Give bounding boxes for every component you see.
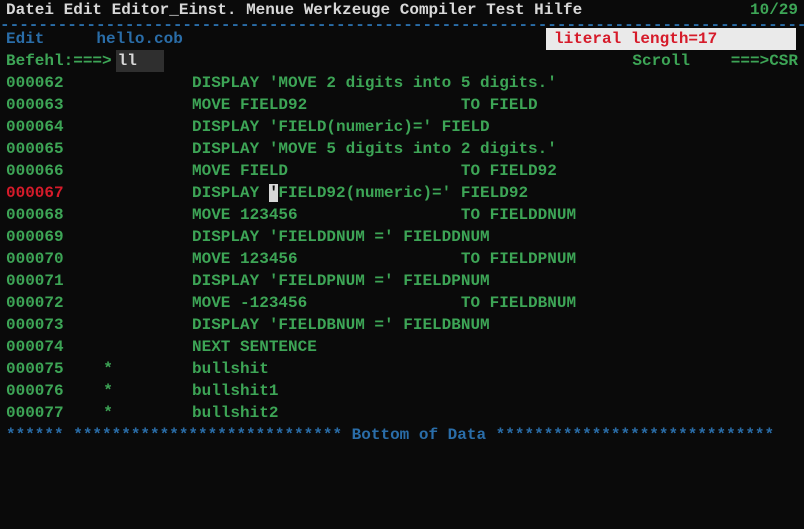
code-text: MOVE FIELD TO FIELD92 (192, 162, 557, 180)
menu-item-hilfe[interactable]: Hilfe (534, 1, 582, 19)
text-cursor: ' (269, 184, 279, 202)
code-text: FIELD92(numeric)=' FIELD92 (278, 184, 528, 202)
code-text: DISPLAY 'MOVE 5 digits into 2 digits.' (192, 140, 557, 158)
code-line[interactable]: 000069 DISPLAY 'FIELDDNUM =' FIELDDNUM (6, 226, 798, 248)
code-text: DISPLAY (192, 184, 269, 202)
indent (80, 116, 136, 138)
indent (80, 336, 136, 358)
indent (80, 226, 136, 248)
sequence-number: 000077 (6, 402, 80, 424)
menu-item-datei[interactable]: Datei (6, 1, 54, 19)
code-text: MOVE FIELD92 TO FIELD (192, 96, 538, 114)
sequence-number: 000064 (6, 116, 80, 138)
indent (80, 72, 136, 94)
code-line[interactable]: 000070 MOVE 123456 TO FIELDPNUM (6, 248, 798, 270)
scroll-label: Scroll (632, 50, 690, 72)
sequence-number: 000071 (6, 270, 80, 292)
indent (80, 292, 136, 314)
menu-bar: Datei Edit Editor_Einst. Menue Werkzeuge… (0, 0, 804, 22)
code-text: bullshit1 (192, 382, 278, 400)
code-text: DISPLAY 'FIELD(numeric)=' FIELD (192, 118, 490, 136)
command-input[interactable] (116, 50, 164, 72)
code-text: MOVE 123456 TO FIELDDNUM (192, 206, 576, 224)
sequence-number: 000073 (6, 314, 80, 336)
indent (80, 182, 136, 204)
indicator: * (80, 358, 136, 380)
code-line[interactable]: 000077* bullshit2 (6, 402, 798, 424)
code-line[interactable]: 000072 MOVE -123456 TO FIELDBNUM (6, 292, 798, 314)
sequence-number: 000065 (6, 138, 80, 160)
scroll-value: CSR (769, 50, 798, 72)
sequence-number: 000066 (6, 160, 80, 182)
menu-item-editor-einst-[interactable]: Editor_Einst. (112, 1, 237, 19)
code-text: DISPLAY 'FIELDPNUM =' FIELDPNUM (192, 272, 490, 290)
sequence-number: 000063 (6, 94, 80, 116)
indicator: * (80, 380, 136, 402)
sequence-number: 000062 (6, 72, 80, 94)
filename: hello.cob (96, 28, 182, 50)
indent (80, 138, 136, 160)
code-text: bullshit (192, 360, 269, 378)
sequence-number: 000076 (6, 380, 80, 402)
code-line[interactable]: 000071 DISPLAY 'FIELDPNUM =' FIELDPNUM (6, 270, 798, 292)
code-line[interactable]: 000073 DISPLAY 'FIELDBNUM =' FIELDBNUM (6, 314, 798, 336)
sequence-number: 000075 (6, 358, 80, 380)
indent (80, 94, 136, 116)
code-line[interactable]: 000067 DISPLAY 'FIELD92(numeric)=' FIELD… (6, 182, 798, 204)
command-label: Befehl: (6, 50, 73, 72)
title-bar: Edit hello.cob literal length=17 (0, 28, 804, 50)
sequence-number: 000074 (6, 336, 80, 358)
code-line[interactable]: 000074 NEXT SENTENCE (6, 336, 798, 358)
sequence-number: 000072 (6, 292, 80, 314)
line-counter: 10/29 (750, 1, 798, 19)
sequence-number: 000067 (6, 182, 80, 204)
sequence-number: 000070 (6, 248, 80, 270)
code-area[interactable]: 000062 DISPLAY 'MOVE 2 digits into 5 dig… (0, 72, 804, 424)
code-text: DISPLAY 'MOVE 2 digits into 5 digits.' (192, 74, 557, 92)
code-line[interactable]: 000064 DISPLAY 'FIELD(numeric)=' FIELD (6, 116, 798, 138)
code-line[interactable]: 000062 DISPLAY 'MOVE 2 digits into 5 dig… (6, 72, 798, 94)
code-line[interactable]: 000076* bullshit1 (6, 380, 798, 402)
scroll-arrow2: ===> (731, 50, 769, 72)
indent (80, 270, 136, 292)
indent (80, 314, 136, 336)
code-line[interactable]: 000063 MOVE FIELD92 TO FIELD (6, 94, 798, 116)
indent (80, 204, 136, 226)
indent (80, 160, 136, 182)
scroll-arrow (696, 50, 725, 72)
code-line[interactable]: 000066 MOVE FIELD TO FIELD92 (6, 160, 798, 182)
code-text: MOVE -123456 TO FIELDBNUM (192, 294, 576, 312)
mode-label: Edit (6, 28, 44, 50)
indent (80, 248, 136, 270)
command-arrow: ===> (73, 50, 111, 72)
code-text: MOVE 123456 TO FIELDPNUM (192, 250, 576, 268)
code-text: bullshit2 (192, 404, 278, 422)
code-text: DISPLAY 'FIELDDNUM =' FIELDDNUM (192, 228, 490, 246)
sequence-number: 000068 (6, 204, 80, 226)
menu-item-test[interactable]: Test (486, 1, 524, 19)
code-line[interactable]: 000065 DISPLAY 'MOVE 5 digits into 2 dig… (6, 138, 798, 160)
code-text: DISPLAY 'FIELDBNUM =' FIELDBNUM (192, 316, 490, 334)
status-message: literal length=17 (546, 28, 796, 50)
bottom-of-data: ****** **************************** Bott… (0, 424, 804, 446)
menu-item-menue[interactable]: Menue (246, 1, 294, 19)
code-text: NEXT SENTENCE (192, 338, 317, 356)
menu-item-werkzeuge[interactable]: Werkzeuge (304, 1, 390, 19)
command-row: Befehl: ===> Scroll ===> CSR (0, 50, 804, 72)
sequence-number: 000069 (6, 226, 80, 248)
menu-item-compiler[interactable]: Compiler (400, 1, 477, 19)
code-line[interactable]: 000075* bullshit (6, 358, 798, 380)
code-line[interactable]: 000068 MOVE 123456 TO FIELDDNUM (6, 204, 798, 226)
indicator: * (80, 402, 136, 424)
menu-item-edit[interactable]: Edit (64, 1, 102, 19)
